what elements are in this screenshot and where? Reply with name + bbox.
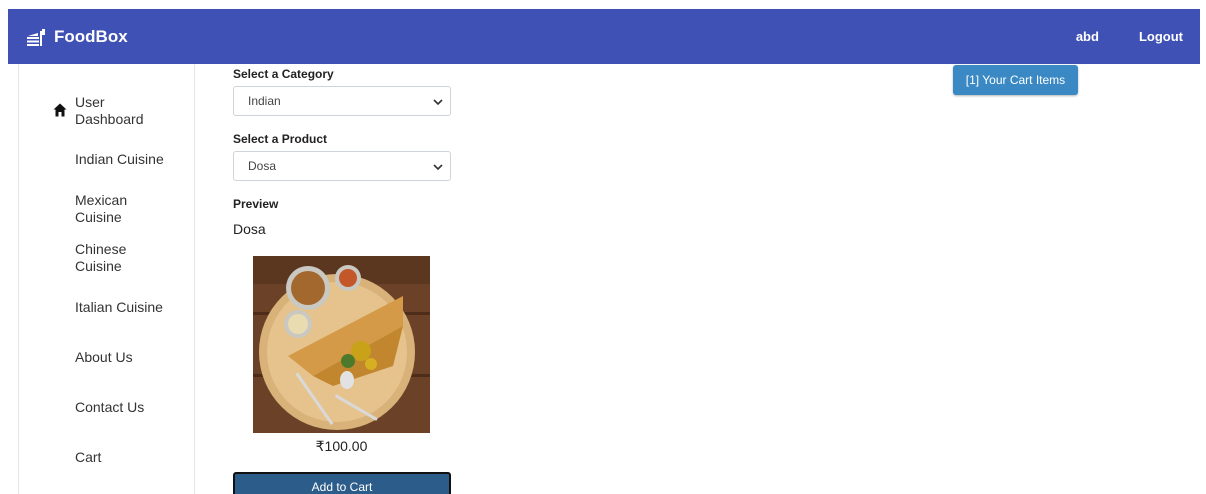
sidebar-item-label: Chinese Cuisine — [75, 241, 127, 274]
sidebar-item-label: Mexican Cuisine — [75, 192, 128, 225]
category-label: Select a Category — [233, 67, 334, 81]
sidebar-item-contact-us[interactable]: Contact Us — [19, 398, 195, 418]
category-select[interactable]: Indian — [233, 86, 451, 116]
chevron-down-icon — [433, 164, 443, 171]
food-logo-icon — [27, 28, 45, 46]
product-image — [253, 256, 430, 433]
dosa-photo — [253, 256, 430, 433]
logout-link[interactable]: Logout — [1139, 29, 1183, 44]
chevron-down-icon — [433, 99, 443, 106]
top-navbar: FoodBox abd Logout — [8, 9, 1200, 64]
sidebar-item-label: Cart — [75, 449, 102, 465]
product-select-value: Dosa — [248, 159, 277, 173]
sidebar-item-user-dashboard[interactable]: User Dashboard — [19, 92, 195, 128]
sidebar-item-label: Indian Cuisine — [75, 151, 164, 167]
sidebar-item-label: Contact Us — [75, 399, 145, 415]
preview-product-name: Dosa — [233, 221, 266, 237]
product-select[interactable]: Dosa — [233, 151, 451, 181]
brand[interactable]: FoodBox — [26, 9, 128, 64]
sidebar: User Dashboard Indian Cuisine Mexican Cu… — [18, 64, 195, 494]
sidebar-item-indian-cuisine[interactable]: Indian Cuisine — [19, 150, 195, 170]
product-label: Select a Product — [233, 132, 328, 146]
sidebar-item-label: User Dashboard — [75, 94, 144, 127]
sidebar-item-label: Italian Cuisine — [75, 299, 163, 315]
sidebar-item-chinese-cuisine[interactable]: Chinese Cuisine — [19, 240, 195, 276]
add-to-cart-button[interactable]: Add to Cart — [233, 472, 451, 494]
sidebar-item-label: About Us — [75, 349, 133, 365]
sidebar-item-italian-cuisine[interactable]: Italian Cuisine — [19, 298, 195, 318]
sidebar-item-mexican-cuisine[interactable]: Mexican Cuisine — [19, 191, 195, 227]
product-price: ₹100.00 — [315, 438, 368, 454]
category-select-value: Indian — [248, 94, 281, 108]
user-name: abd — [1075, 29, 1099, 44]
preview-label: Preview — [233, 197, 279, 211]
cart-items-button[interactable]: [1] Your Cart Items — [953, 65, 1078, 95]
sidebar-item-cart[interactable]: Cart — [19, 448, 195, 468]
brand-name: FoodBox — [54, 26, 128, 46]
sidebar-item-about-us[interactable]: About Us — [19, 348, 195, 368]
home-icon — [53, 103, 67, 117]
